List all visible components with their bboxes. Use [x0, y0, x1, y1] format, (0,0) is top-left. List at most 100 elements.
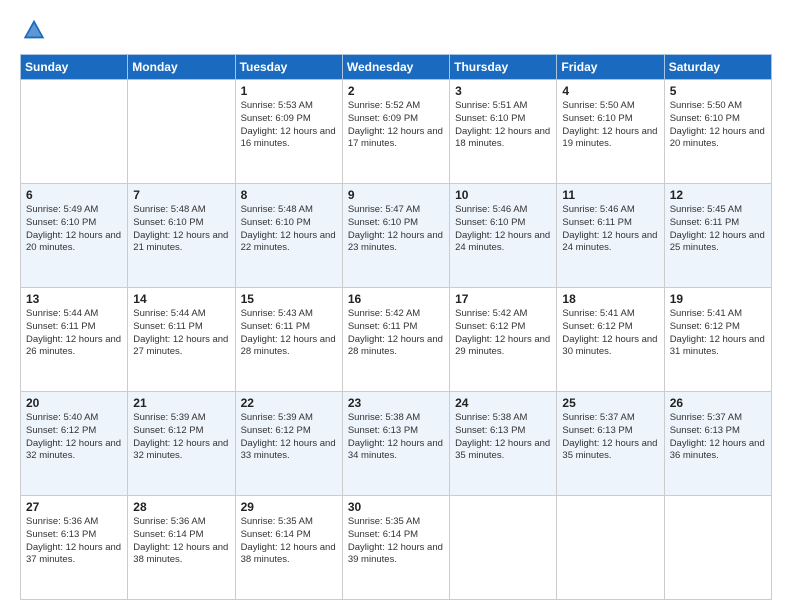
logo [20, 16, 52, 44]
calendar-cell: 30 Sunrise: 5:35 AM Sunset: 6:14 PM Dayli… [342, 496, 449, 600]
day-info: Sunrise: 5:46 AM Sunset: 6:10 PM Dayligh… [455, 204, 551, 255]
day-number: 2 [348, 84, 444, 98]
day-number: 3 [455, 84, 551, 98]
weekday-header: Wednesday [342, 55, 449, 80]
day-number: 8 [241, 188, 337, 202]
calendar-cell: 13 Sunrise: 5:44 AM Sunset: 6:11 PM Dayli… [21, 288, 128, 392]
calendar-week: 13 Sunrise: 5:44 AM Sunset: 6:11 PM Dayli… [21, 288, 772, 392]
day-number: 19 [670, 292, 766, 306]
day-number: 23 [348, 396, 444, 410]
day-number: 1 [241, 84, 337, 98]
calendar-body: 1 Sunrise: 5:53 AM Sunset: 6:09 PM Daylig… [21, 80, 772, 600]
day-info: Sunrise: 5:39 AM Sunset: 6:12 PM Dayligh… [133, 412, 229, 463]
day-info: Sunrise: 5:44 AM Sunset: 6:11 PM Dayligh… [133, 308, 229, 359]
day-number: 7 [133, 188, 229, 202]
day-info: Sunrise: 5:39 AM Sunset: 6:12 PM Dayligh… [241, 412, 337, 463]
day-number: 17 [455, 292, 551, 306]
weekday-header: Saturday [664, 55, 771, 80]
weekday-row: SundayMondayTuesdayWednesdayThursdayFrid… [21, 55, 772, 80]
calendar-cell: 11 Sunrise: 5:46 AM Sunset: 6:11 PM Dayli… [557, 184, 664, 288]
day-info: Sunrise: 5:42 AM Sunset: 6:12 PM Dayligh… [455, 308, 551, 359]
calendar: SundayMondayTuesdayWednesdayThursdayFrid… [20, 54, 772, 600]
day-info: Sunrise: 5:36 AM Sunset: 6:14 PM Dayligh… [133, 516, 229, 567]
calendar-cell: 26Sunrise: 5:37 AM Sunset: 6:13 PM Dayli… [664, 392, 771, 496]
calendar-week: 6 Sunrise: 5:49 AM Sunset: 6:10 PM Daylig… [21, 184, 772, 288]
day-number: 22 [241, 396, 337, 410]
calendar-cell [450, 496, 557, 600]
weekday-header: Sunday [21, 55, 128, 80]
day-info: Sunrise: 5:48 AM Sunset: 6:10 PM Dayligh… [241, 204, 337, 255]
day-number: 4 [562, 84, 658, 98]
calendar-cell: 28Sunrise: 5:36 AM Sunset: 6:14 PM Dayli… [128, 496, 235, 600]
day-info: Sunrise: 5:50 AM Sunset: 6:10 PM Dayligh… [670, 100, 766, 151]
day-info: Sunrise: 5:45 AM Sunset: 6:11 PM Dayligh… [670, 204, 766, 255]
calendar-cell: 16Sunrise: 5:42 AM Sunset: 6:11 PM Dayli… [342, 288, 449, 392]
day-info: Sunrise: 5:48 AM Sunset: 6:10 PM Dayligh… [133, 204, 229, 255]
calendar-cell: 18 Sunrise: 5:41 AM Sunset: 6:12 PM Dayli… [557, 288, 664, 392]
calendar-cell: 5 Sunrise: 5:50 AM Sunset: 6:10 PM Daylig… [664, 80, 771, 184]
day-number: 5 [670, 84, 766, 98]
calendar-cell: 22 Sunrise: 5:39 AM Sunset: 6:12 PM Dayli… [235, 392, 342, 496]
day-number: 13 [26, 292, 122, 306]
day-number: 11 [562, 188, 658, 202]
day-number: 20 [26, 396, 122, 410]
calendar-cell [664, 496, 771, 600]
day-info: Sunrise: 5:49 AM Sunset: 6:10 PM Dayligh… [26, 204, 122, 255]
day-number: 24 [455, 396, 551, 410]
day-number: 18 [562, 292, 658, 306]
calendar-week: 20Sunrise: 5:40 AM Sunset: 6:12 PM Dayli… [21, 392, 772, 496]
calendar-cell: 4 Sunrise: 5:50 AM Sunset: 6:10 PM Daylig… [557, 80, 664, 184]
calendar-cell: 3Sunrise: 5:51 AM Sunset: 6:10 PM Daylig… [450, 80, 557, 184]
day-info: Sunrise: 5:41 AM Sunset: 6:12 PM Dayligh… [562, 308, 658, 359]
calendar-cell: 6 Sunrise: 5:49 AM Sunset: 6:10 PM Daylig… [21, 184, 128, 288]
day-info: Sunrise: 5:44 AM Sunset: 6:11 PM Dayligh… [26, 308, 122, 359]
day-info: Sunrise: 5:37 AM Sunset: 6:13 PM Dayligh… [562, 412, 658, 463]
calendar-cell: 23 Sunrise: 5:38 AM Sunset: 6:13 PM Dayli… [342, 392, 449, 496]
calendar-cell: 29 Sunrise: 5:35 AM Sunset: 6:14 PM Dayli… [235, 496, 342, 600]
calendar-week: 27 Sunrise: 5:36 AM Sunset: 6:13 PM Dayli… [21, 496, 772, 600]
day-info: Sunrise: 5:35 AM Sunset: 6:14 PM Dayligh… [348, 516, 444, 567]
calendar-cell: 2 Sunrise: 5:52 AM Sunset: 6:09 PM Daylig… [342, 80, 449, 184]
day-number: 27 [26, 500, 122, 514]
calendar-cell: 15 Sunrise: 5:43 AM Sunset: 6:11 PM Dayli… [235, 288, 342, 392]
calendar-cell: 7 Sunrise: 5:48 AM Sunset: 6:10 PM Daylig… [128, 184, 235, 288]
calendar-cell [557, 496, 664, 600]
day-number: 12 [670, 188, 766, 202]
day-number: 29 [241, 500, 337, 514]
day-info: Sunrise: 5:47 AM Sunset: 6:10 PM Dayligh… [348, 204, 444, 255]
day-info: Sunrise: 5:38 AM Sunset: 6:13 PM Dayligh… [455, 412, 551, 463]
day-number: 25 [562, 396, 658, 410]
logo-icon [20, 16, 48, 44]
calendar-cell: 9Sunrise: 5:47 AM Sunset: 6:10 PM Daylig… [342, 184, 449, 288]
calendar-cell: 21 Sunrise: 5:39 AM Sunset: 6:12 PM Dayli… [128, 392, 235, 496]
calendar-cell: 10 Sunrise: 5:46 AM Sunset: 6:10 PM Dayli… [450, 184, 557, 288]
day-info: Sunrise: 5:53 AM Sunset: 6:09 PM Dayligh… [241, 100, 337, 151]
calendar-header: SundayMondayTuesdayWednesdayThursdayFrid… [21, 55, 772, 80]
day-number: 6 [26, 188, 122, 202]
day-info: Sunrise: 5:46 AM Sunset: 6:11 PM Dayligh… [562, 204, 658, 255]
day-info: Sunrise: 5:35 AM Sunset: 6:14 PM Dayligh… [241, 516, 337, 567]
day-info: Sunrise: 5:36 AM Sunset: 6:13 PM Dayligh… [26, 516, 122, 567]
day-info: Sunrise: 5:50 AM Sunset: 6:10 PM Dayligh… [562, 100, 658, 151]
day-number: 15 [241, 292, 337, 306]
weekday-header: Friday [557, 55, 664, 80]
day-info: Sunrise: 5:41 AM Sunset: 6:12 PM Dayligh… [670, 308, 766, 359]
day-info: Sunrise: 5:38 AM Sunset: 6:13 PM Dayligh… [348, 412, 444, 463]
calendar-cell: 25 Sunrise: 5:37 AM Sunset: 6:13 PM Dayli… [557, 392, 664, 496]
header [20, 16, 772, 44]
day-info: Sunrise: 5:43 AM Sunset: 6:11 PM Dayligh… [241, 308, 337, 359]
day-number: 10 [455, 188, 551, 202]
calendar-cell: 1 Sunrise: 5:53 AM Sunset: 6:09 PM Daylig… [235, 80, 342, 184]
day-info: Sunrise: 5:52 AM Sunset: 6:09 PM Dayligh… [348, 100, 444, 151]
day-number: 30 [348, 500, 444, 514]
day-number: 21 [133, 396, 229, 410]
calendar-cell: 24 Sunrise: 5:38 AM Sunset: 6:13 PM Dayli… [450, 392, 557, 496]
calendar-week: 1 Sunrise: 5:53 AM Sunset: 6:09 PM Daylig… [21, 80, 772, 184]
calendar-cell: 27 Sunrise: 5:36 AM Sunset: 6:13 PM Dayli… [21, 496, 128, 600]
weekday-header: Tuesday [235, 55, 342, 80]
calendar-cell: 17 Sunrise: 5:42 AM Sunset: 6:12 PM Dayli… [450, 288, 557, 392]
page: SundayMondayTuesdayWednesdayThursdayFrid… [0, 0, 792, 612]
weekday-header: Thursday [450, 55, 557, 80]
day-info: Sunrise: 5:37 AM Sunset: 6:13 PM Dayligh… [670, 412, 766, 463]
weekday-header: Monday [128, 55, 235, 80]
